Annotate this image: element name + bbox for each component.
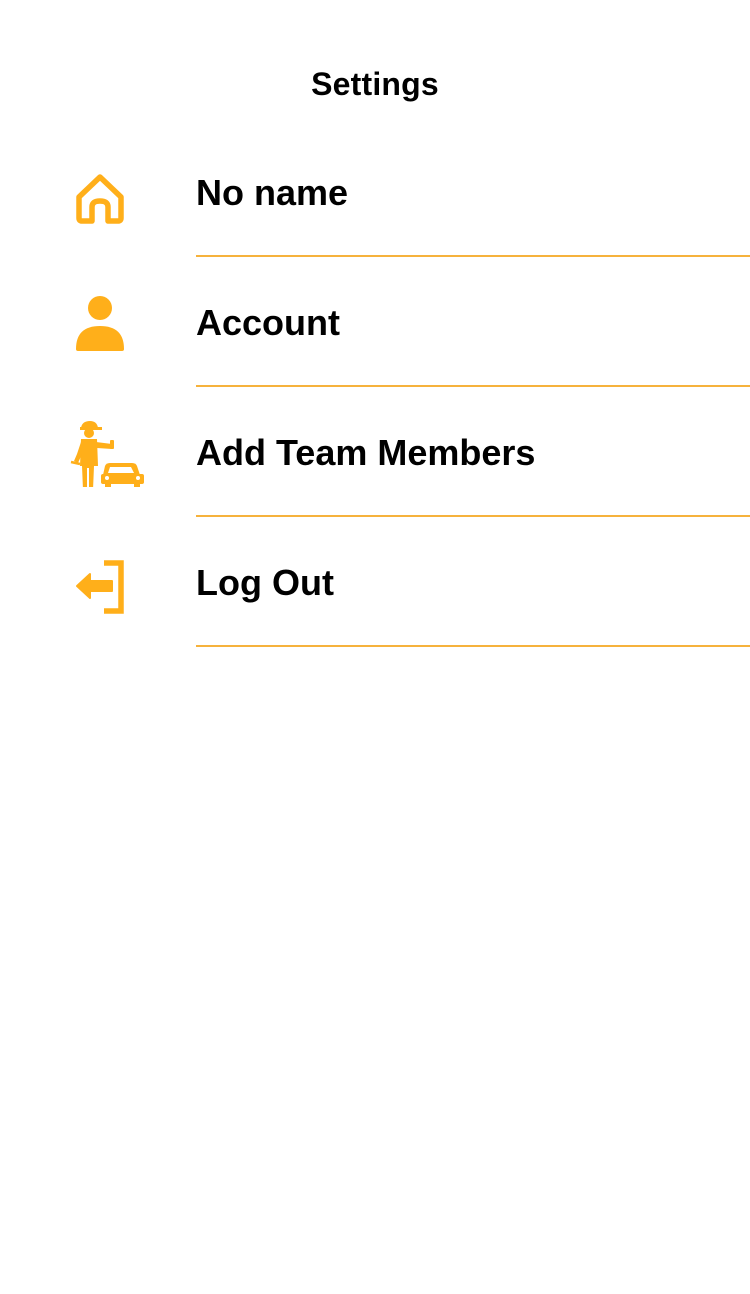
menu-item-label: Log Out bbox=[196, 562, 334, 603]
page-title: Settings bbox=[311, 66, 439, 102]
settings-screen: Settings No name Account Add Team Member… bbox=[0, 0, 750, 1294]
logout-icon bbox=[76, 560, 124, 614]
person-icon bbox=[76, 296, 124, 351]
menu-item-log-out[interactable]: Log Out bbox=[0, 517, 750, 647]
menu-divider bbox=[196, 645, 750, 647]
menu-item-add-team-members[interactable]: Add Team Members bbox=[0, 387, 750, 517]
mechanic-car-icon bbox=[70, 421, 144, 487]
home-icon bbox=[76, 174, 124, 224]
menu-item-label: Add Team Members bbox=[196, 432, 536, 473]
settings-menu: No name Account Add Team Members Log Out bbox=[0, 127, 750, 647]
menu-item-no-name[interactable]: No name bbox=[0, 127, 750, 257]
menu-item-label: No name bbox=[196, 172, 349, 213]
menu-item-account[interactable]: Account bbox=[0, 257, 750, 387]
menu-item-label: Account bbox=[196, 302, 340, 343]
